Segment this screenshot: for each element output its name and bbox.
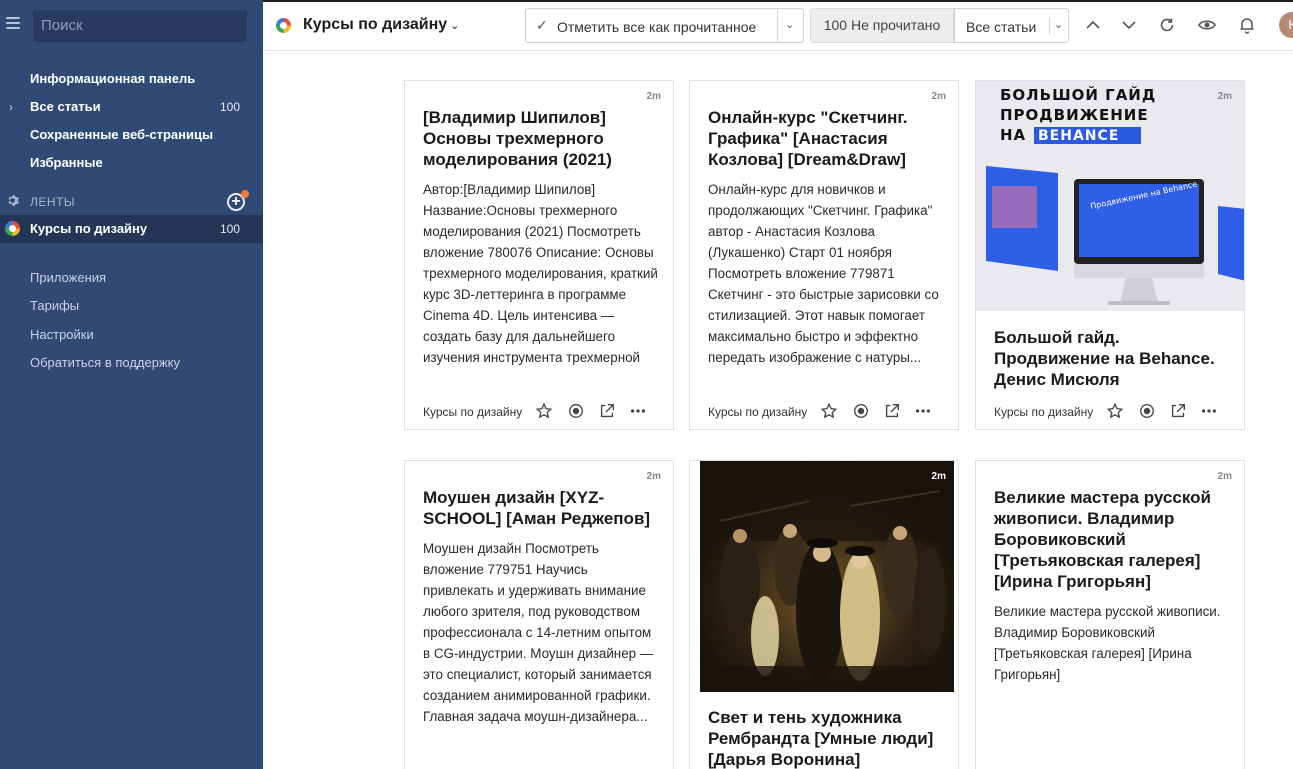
- sidebar-item-apps[interactable]: Приложения: [30, 270, 106, 285]
- feed-icon: [276, 18, 291, 33]
- sidebar-feed-design-courses[interactable]: Курсы по дизайну 100: [0, 215, 263, 243]
- article-card[interactable]: 2m Великие мастера русской живописи. Вла…: [975, 460, 1245, 769]
- mark-read-icon[interactable]: [1138, 402, 1156, 420]
- chevron-down-icon[interactable]: ⌄: [785, 18, 794, 31]
- article-title[interactable]: Великие мастера русской живописи. Владим…: [994, 487, 1230, 592]
- sidebar-top: Поиск: [0, 0, 263, 50]
- check-icon: ✓: [536, 17, 548, 33]
- article-excerpt: Автор:[Владимир Шипилов] Название:Основы…: [423, 182, 658, 365]
- thumbnail-text: БОЛЬШОЙ ГАЙД: [1000, 85, 1156, 104]
- article-title[interactable]: Моушен дизайн [XYZ-SCHOOL] [Аман Реджепо…: [423, 487, 659, 529]
- chevron-down-icon: ⌄: [1054, 19, 1064, 31]
- feed-icon: [5, 221, 20, 236]
- feed-label: Курсы по дизайну: [30, 221, 148, 236]
- sidebar-item-label: Информационная панель: [30, 71, 196, 86]
- page-title: Курсы по дизайну: [303, 16, 448, 33]
- feeds-label: ЛЕНТЫ: [30, 195, 75, 209]
- article-card[interactable]: 2m Онлайн-курс "Скетчинг. Графика" [Анас…: [689, 80, 959, 430]
- article-card[interactable]: БОЛЬШОЙ ГАЙД ПРОДВИЖЕНИЕ НА BEHANCE Прод…: [975, 80, 1245, 430]
- star-icon[interactable]: [820, 402, 838, 420]
- more-icon[interactable]: [629, 402, 647, 420]
- sidebar-item-saved-pages[interactable]: Сохраненные веб-страницы: [0, 121, 263, 149]
- mark-read-icon[interactable]: [852, 402, 870, 420]
- article-card[interactable]: 2m Моушен дизайн [XYZ-SCHOOL] [Аман Редж…: [404, 460, 674, 769]
- article-title[interactable]: [Владимир Шипилов] Основы трехмерного мо…: [423, 107, 659, 170]
- sidebar-item-support[interactable]: Обратиться в поддержку: [30, 355, 180, 370]
- mark-all-read-button[interactable]: ✓ Отметить все как прочитанное ⌄: [525, 8, 804, 43]
- article-age: 2m: [646, 471, 661, 482]
- article-footer: Курсы по дизайну: [708, 402, 948, 424]
- sidebar-item-all-articles[interactable]: › Все статьи 100: [0, 93, 263, 121]
- article-filter-label: Все статьи: [966, 19, 1037, 35]
- article-excerpt: Онлайн-курс для новичков и продолжающих …: [708, 182, 939, 365]
- divider: [777, 9, 778, 42]
- chevron-right-icon[interactable]: ›: [9, 93, 13, 121]
- thumbnail-text: ПРОДВИЖЕНИЕ: [1000, 106, 1149, 124]
- article-excerpt: Моушен дизайн Посмотреть вложение 779751…: [423, 541, 654, 724]
- notification-dot: [241, 190, 249, 198]
- sidebar: Поиск Информационная панель › Все статьи…: [0, 0, 263, 769]
- mark-read-icon[interactable]: [567, 402, 585, 420]
- article-filter-select[interactable]: Все статьи ⌄: [954, 8, 1069, 43]
- eye-icon[interactable]: [1197, 15, 1217, 35]
- external-link-icon[interactable]: [1169, 402, 1187, 420]
- article-source[interactable]: Курсы по дизайну: [423, 405, 522, 419]
- article-card[interactable]: 2m Свет и тень художника Рембрандта [Умн…: [689, 460, 959, 769]
- article-thumbnail[interactable]: БОЛЬШОЙ ГАЙД ПРОДВИЖЕНИЕ НА BEHANCE Прод…: [976, 81, 1244, 311]
- feeds-header: ЛЕНТЫ +: [0, 190, 263, 214]
- star-icon[interactable]: [535, 402, 553, 420]
- article-age: 2m: [646, 91, 661, 102]
- article-age: 2m: [931, 91, 946, 102]
- article-title[interactable]: Свет и тень художника Рембрандта [Умные …: [708, 707, 944, 769]
- article-thumbnail[interactable]: [700, 461, 954, 692]
- article-age: 2m: [1217, 471, 1232, 482]
- article-age: 2m: [1217, 91, 1232, 102]
- gear-icon[interactable]: [6, 194, 20, 208]
- header: Курсы по дизайну ⌄ ✓ Отметить все как про…: [263, 0, 1293, 51]
- chevron-up-icon[interactable]: [1083, 15, 1103, 35]
- sidebar-item-count: 100: [219, 100, 240, 114]
- chevron-down-icon[interactable]: [1119, 15, 1139, 35]
- top-border: [263, 0, 1293, 2]
- feed-count: 100: [219, 222, 240, 236]
- feed-title-dropdown[interactable]: Курсы по дизайну ⌄: [303, 16, 459, 34]
- sidebar-item-label: Сохраненные веб-страницы: [30, 127, 214, 142]
- article-excerpt: Великие мастера русской живописи. Владим…: [994, 604, 1221, 682]
- article-footer: Курсы по дизайну: [994, 402, 1234, 424]
- divider: [1049, 17, 1050, 35]
- article-card[interactable]: 2m [Владимир Шипилов] Основы трехмерного…: [404, 80, 674, 430]
- article-source[interactable]: Курсы по дизайну: [994, 405, 1093, 419]
- unread-count-button[interactable]: 100 Не прочитано: [810, 8, 954, 43]
- article-footer: Курсы по дизайну: [423, 402, 663, 424]
- external-link-icon[interactable]: [883, 402, 901, 420]
- article-title[interactable]: Большой гайд. Продвижение на Behance. Де…: [994, 327, 1230, 390]
- bell-icon[interactable]: [1237, 15, 1257, 35]
- article-source[interactable]: Курсы по дизайну: [708, 405, 807, 419]
- sidebar-item-label: Избранные: [30, 155, 103, 170]
- menu-icon[interactable]: [6, 17, 20, 29]
- sidebar-item-dashboard[interactable]: Информационная панель: [0, 65, 263, 93]
- sidebar-item-settings[interactable]: Настройки: [30, 327, 94, 342]
- more-icon[interactable]: [1200, 402, 1218, 420]
- thumbnail-text: BEHANCE: [1038, 128, 1119, 144]
- search-input[interactable]: Поиск: [33, 10, 247, 42]
- refresh-icon[interactable]: [1157, 15, 1177, 35]
- sidebar-item-pricing[interactable]: Тарифы: [30, 298, 79, 313]
- mark-all-read-label: Отметить все как прочитанное: [557, 19, 757, 35]
- star-icon[interactable]: [1106, 402, 1124, 420]
- avatar[interactable]: К: [1279, 12, 1293, 38]
- more-icon[interactable]: [914, 402, 932, 420]
- external-link-icon[interactable]: [598, 402, 616, 420]
- thumbnail-text: НА: [1000, 126, 1026, 144]
- article-title[interactable]: Онлайн-курс "Скетчинг. Графика" [Анастас…: [708, 107, 944, 170]
- sidebar-item-favorites[interactable]: Избранные: [0, 149, 263, 177]
- sidebar-item-label: Все статьи: [30, 99, 101, 114]
- chevron-down-icon: ⌄: [450, 20, 460, 32]
- article-age: 2m: [931, 471, 946, 482]
